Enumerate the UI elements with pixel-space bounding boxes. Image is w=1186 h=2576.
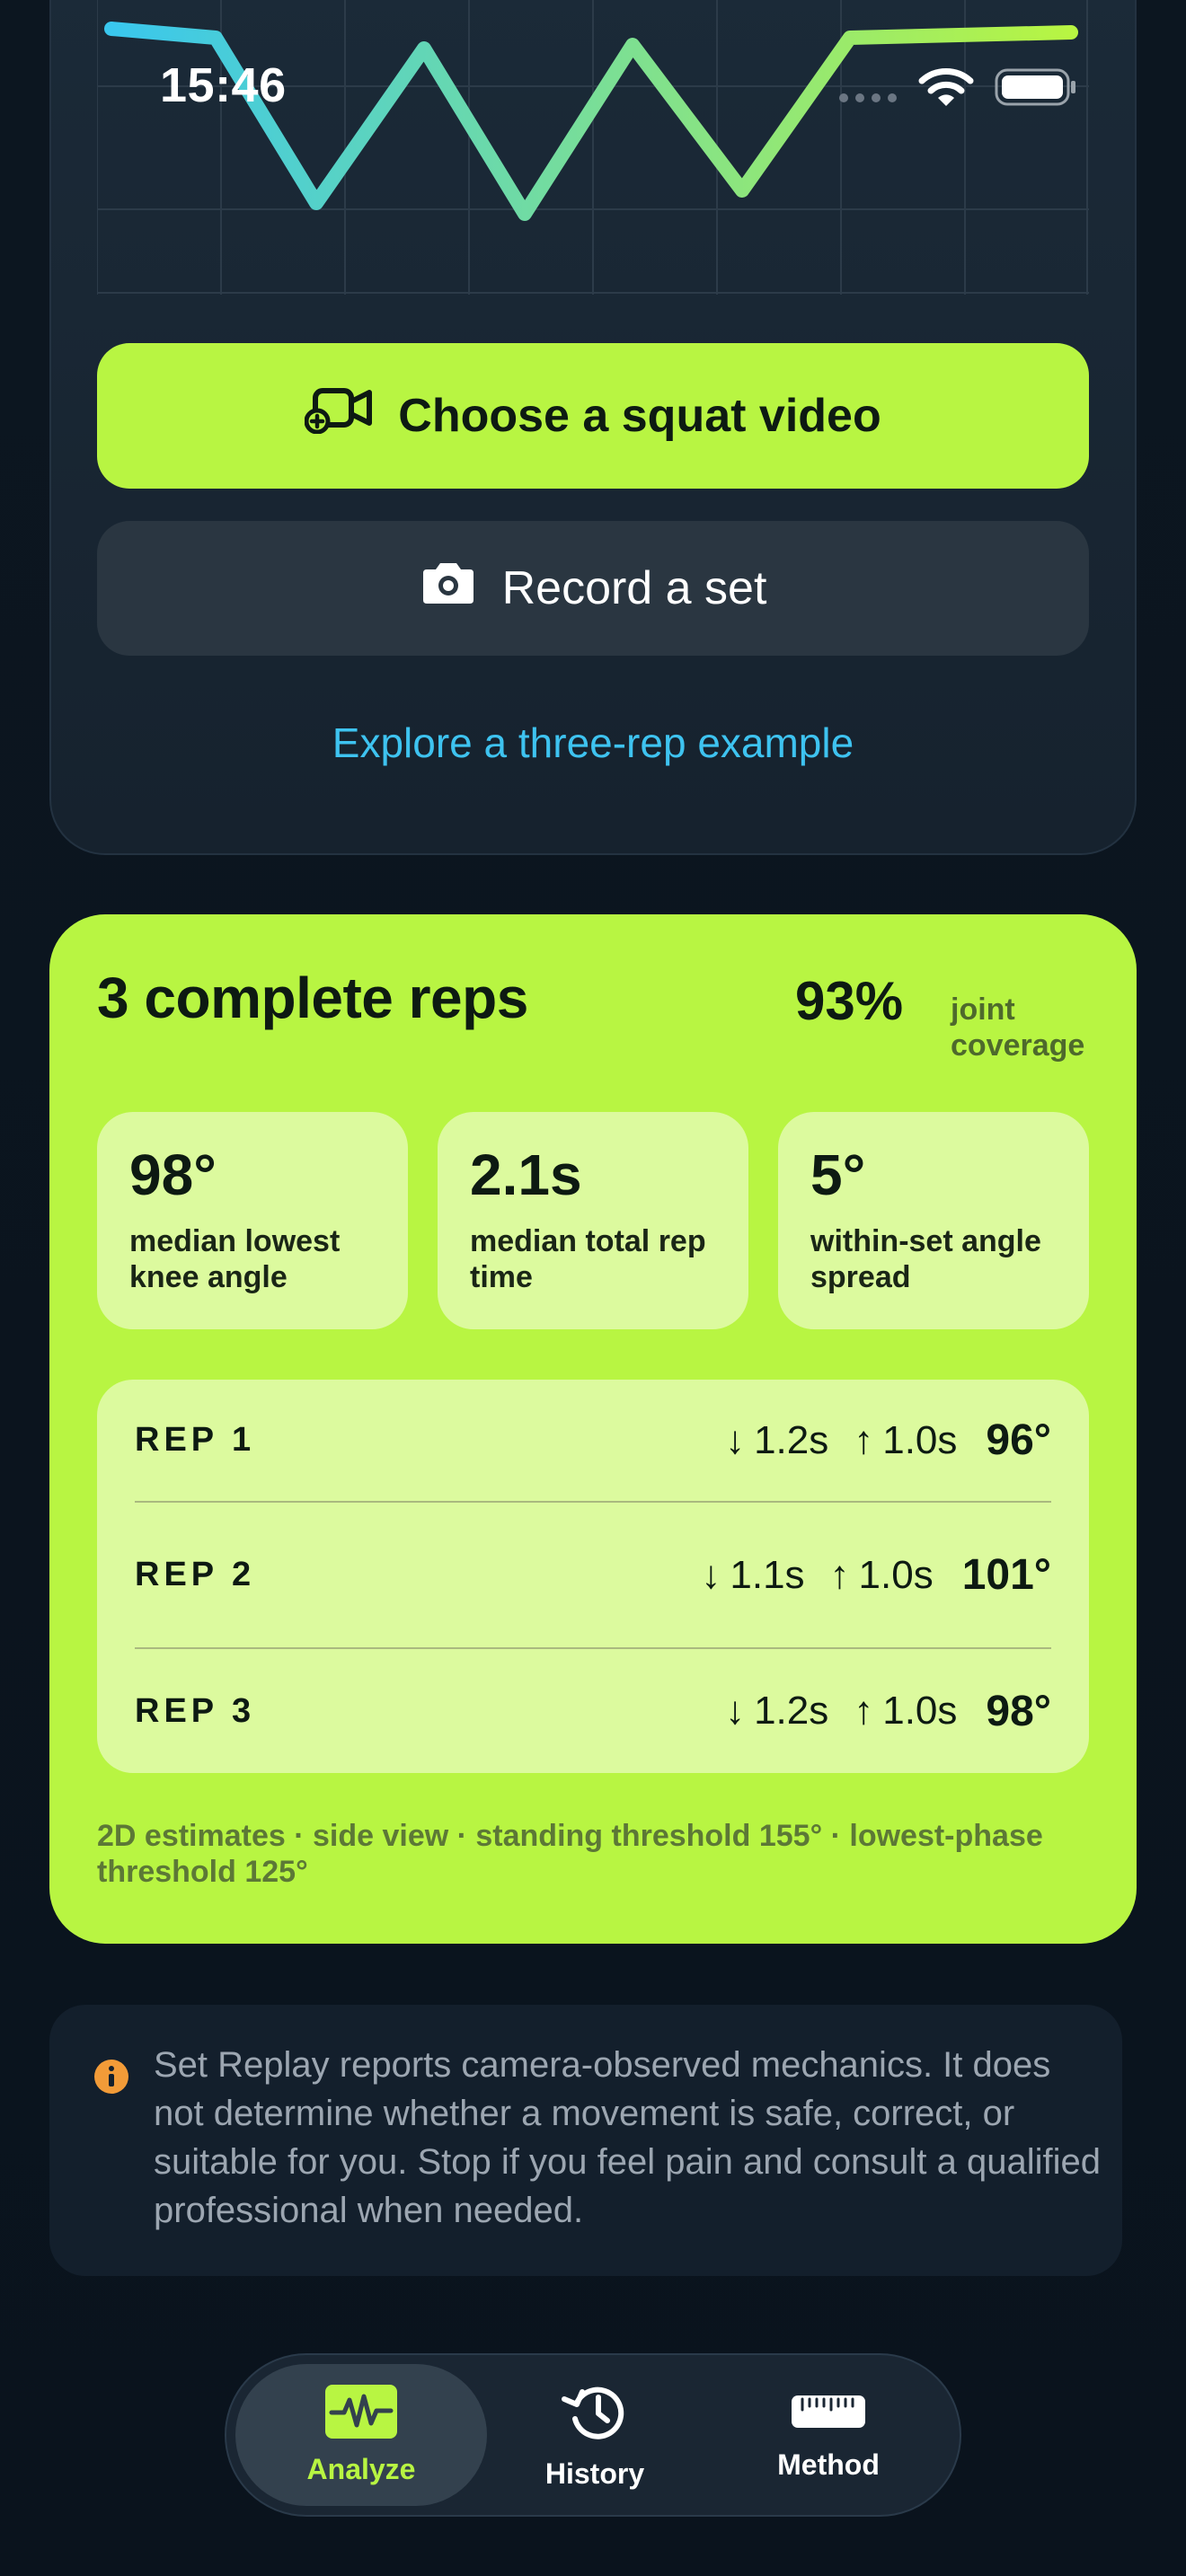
stat-tile-rep-time: 2.1s median total rep time [438,1112,748,1329]
info-icon [93,2059,129,2099]
battery-icon [994,66,1078,112]
tab-history[interactable]: History [469,2364,721,2506]
history-icon [559,2379,631,2448]
arrow-down-icon: ↓ [701,1552,721,1597]
arrow-down-icon: ↓ [725,1417,746,1462]
rep-up-time: 1.0s [882,1417,958,1462]
knee-angle-line [104,22,1078,221]
coverage-label: joint coverage [951,992,1085,1063]
video-add-icon [304,387,375,446]
tab-label: Method [777,2448,880,2481]
rep-row[interactable]: REP 2 ↓ 1.1s ↑ 1.0s 101° [135,1503,1051,1649]
rep-angle: 98° [986,1687,1051,1735]
arrow-up-icon: ↑ [854,1417,874,1462]
arrow-up-icon: ↑ [854,1689,874,1733]
arrow-up-icon: ↑ [829,1552,850,1597]
rep-down-time: 1.2s [754,1689,829,1733]
knee-angle-chart [97,0,1089,295]
chart-grid [97,0,1089,295]
stat-value: 2.1s [470,1142,582,1207]
tab-bar: Analyze History Method [225,2353,961,2517]
camera-icon [420,560,477,617]
choose-video-button[interactable]: Choose a squat video [97,343,1089,489]
stat-tile-knee-angle: 98° median lowest knee angle [97,1112,408,1329]
tab-label: Analyze [306,2453,416,2485]
waveform-icon [324,2384,398,2444]
rep-angle: 101° [961,1551,1051,1599]
stat-label: within-set angle spread [810,1224,1041,1294]
rep-name: REP 3 [135,1691,256,1730]
rep-up-time: 1.0s [858,1552,934,1597]
cellular-icon [839,93,897,102]
rep-angle: 96° [986,1416,1051,1464]
stat-value: 5° [810,1142,866,1207]
rep-down-time: 1.2s [754,1417,829,1462]
choose-video-label: Choose a squat video [398,390,881,442]
stat-value: 98° [129,1142,217,1207]
tab-method[interactable]: Method [703,2364,954,2506]
tab-label: History [544,2457,645,2490]
analysis-footnote: 2D estimates · side view · standing thre… [97,1819,1043,1889]
record-set-label: Record a set [501,562,767,614]
summary-title: 3 complete reps [97,966,528,1030]
rep-summary-card: 3 complete reps 93% joint coverage 98° m… [49,914,1137,1944]
tab-analyze[interactable]: Analyze [235,2364,487,2506]
rep-down-time: 1.1s [730,1552,805,1597]
explore-example-link[interactable]: Explore a three-rep example [97,719,1089,767]
rep-row[interactable]: REP 3 ↓ 1.2s ↑ 1.0s 98° [135,1649,1051,1773]
stat-label: median lowest knee angle [129,1224,341,1294]
stat-tile-angle-spread: 5° within-set angle spread [778,1112,1089,1329]
safety-disclaimer: Set Replay reports camera-observed mecha… [49,2005,1122,2276]
wifi-icon [918,66,974,112]
rep-list: REP 1 ↓ 1.2s ↑ 1.0s 96° REP 2 ↓ 1.1s ↑ 1… [97,1380,1089,1773]
record-set-button[interactable]: Record a set [97,521,1089,656]
stat-label: median total rep time [470,1224,706,1294]
rep-row[interactable]: REP 1 ↓ 1.2s ↑ 1.0s 96° [135,1380,1051,1503]
coverage-value: 93% [795,971,904,1031]
rep-up-time: 1.0s [882,1689,958,1733]
status-time: 15:46 [160,58,287,112]
arrow-down-icon: ↓ [725,1689,746,1733]
ruler-icon [790,2388,867,2439]
rep-name: REP 2 [135,1556,256,1593]
disclaimer-text: Set Replay reports camera-observed mecha… [154,2045,1102,2230]
rep-name: REP 1 [135,1421,256,1459]
app-screen: 15:46 Choose a squat video Record a set … [0,0,1186,2576]
